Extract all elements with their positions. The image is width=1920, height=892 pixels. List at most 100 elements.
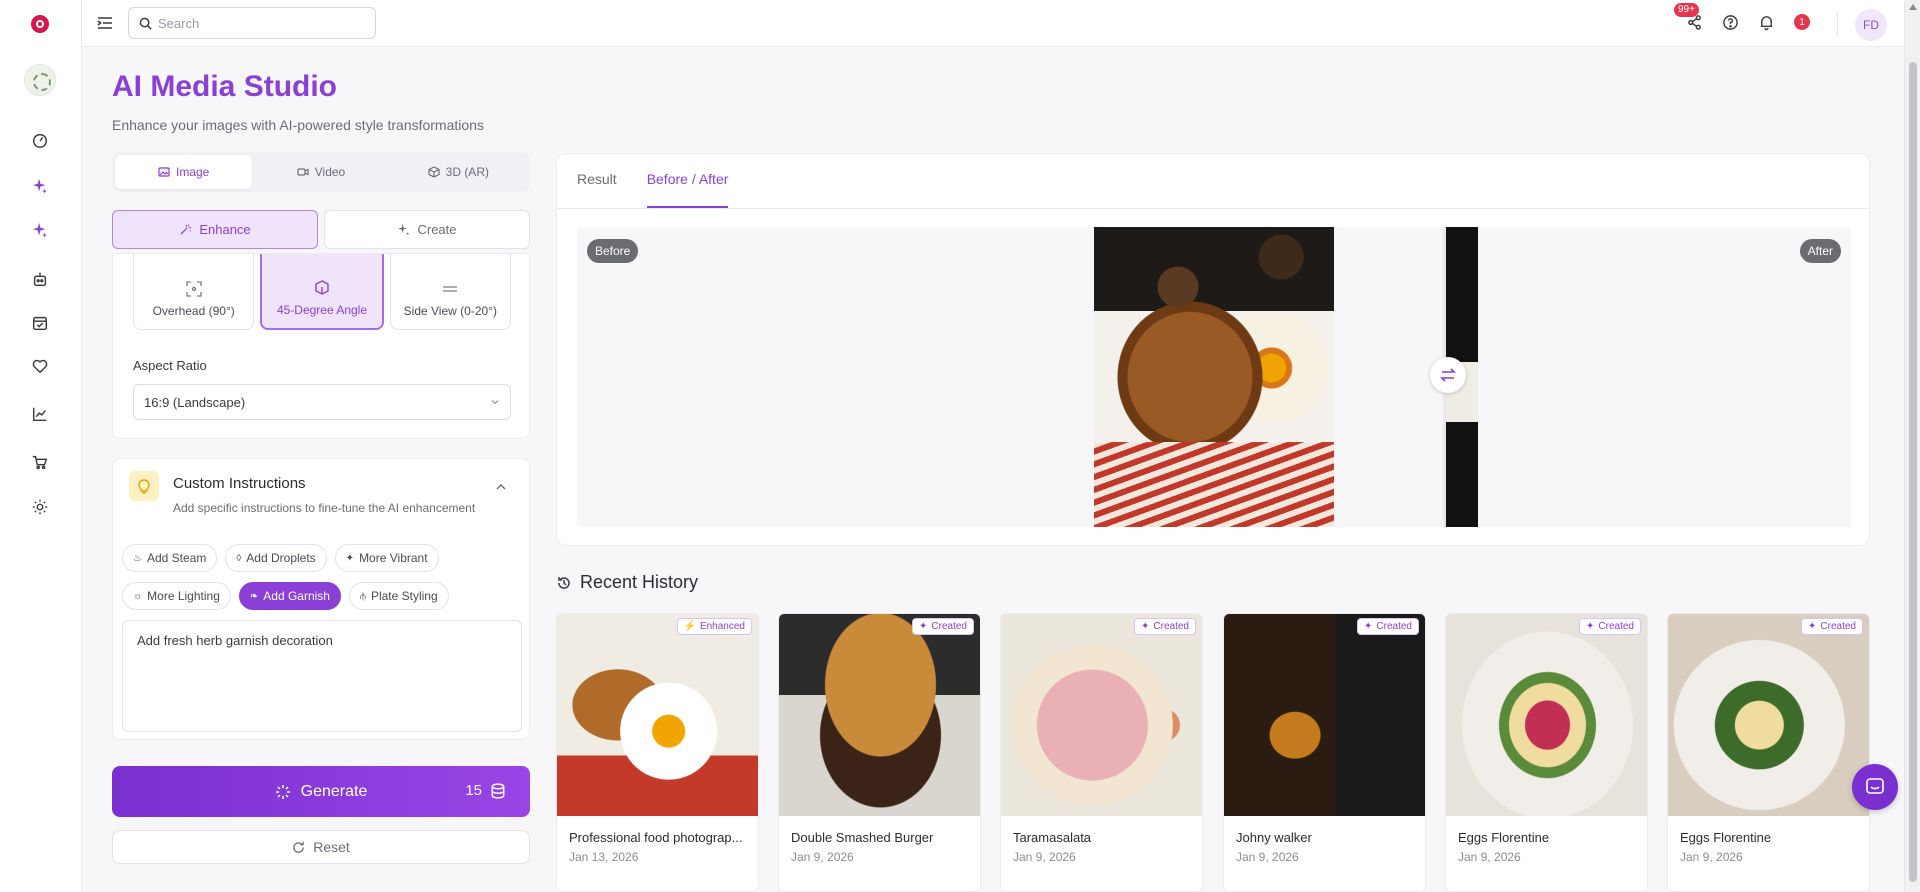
alert-icon[interactable]: 1 <box>1792 12 1812 32</box>
history-name: Johny walker <box>1236 830 1312 845</box>
history-card[interactable]: ✦ Created Johny walker Jan 9, 2026 <box>1223 613 1426 892</box>
dashboard-icon[interactable] <box>29 129 51 151</box>
bell-icon[interactable] <box>1756 12 1776 32</box>
history-name: Double Smashed Burger <box>791 830 934 845</box>
reset-button[interactable]: Reset <box>112 830 530 864</box>
history-name: Taramasalata <box>1013 830 1092 845</box>
tab-enhance[interactable]: Enhance <box>112 210 318 249</box>
chip-label: Add Droplets <box>246 551 316 565</box>
chip-label: Plate Styling <box>370 589 438 603</box>
focus-frame-icon <box>186 281 202 297</box>
chevron-up-icon[interactable] <box>495 481 507 493</box>
credit-cost: 15 <box>465 782 482 799</box>
magic-sparkle-icon <box>275 784 290 799</box>
recent-history-title: Recent History <box>580 572 699 592</box>
page-subtitle: Enhance your images with AI-powered styl… <box>112 117 484 133</box>
angle-overhead[interactable]: Overhead (90°) <box>133 254 255 330</box>
angle-side-view[interactable]: Side View (0-20°) <box>389 254 511 330</box>
menu-collapse-icon[interactable] <box>96 14 114 32</box>
sparkle-badge-icon: ✦ <box>1364 621 1373 632</box>
help-icon[interactable] <box>1720 12 1740 32</box>
chip-plate-styling[interactable]: ⫛ Plate Styling <box>348 582 449 610</box>
tab-image-label: Image <box>175 165 210 179</box>
chat-icon <box>1866 778 1884 794</box>
instruction-chips: ♨ Add Steam ◊ Add Droplets ✦ More Vibrant ☼… <box>122 544 522 620</box>
user-avatar[interactable]: FD <box>1855 9 1887 41</box>
utensils-icon: ⫛ <box>359 590 366 602</box>
angle-45-label: 45-Degree Angle <box>276 303 368 317</box>
history-card[interactable]: ✦ Created Double Smashed Burger Jan 9, 20… <box>778 613 981 892</box>
status-badge: ✦ Created <box>1134 618 1196 635</box>
top-bar <box>82 0 1904 47</box>
instructions-textarea[interactable]: Add fresh herb garnish decoration <box>122 620 522 732</box>
history-card[interactable]: ⚡ Enhanced Professional food photograp...… <box>556 613 759 892</box>
gear-icon[interactable] <box>29 496 51 518</box>
tab-result[interactable]: Result <box>577 154 617 208</box>
calendar-check-icon[interactable] <box>29 312 51 334</box>
tab-video[interactable]: Video <box>252 155 389 189</box>
tab-before-after[interactable]: Before / After <box>646 154 729 208</box>
lightbulb-icon <box>129 471 159 501</box>
page-title: AI Media Studio <box>112 70 337 103</box>
chat-support-button[interactable] <box>1852 764 1898 810</box>
media-type-tabs: Image Video 3D (AR) <box>112 152 530 192</box>
app-root: 99+ 1 FD AI Media Studio Enhance your im… <box>0 0 1920 892</box>
cube-angle-icon <box>315 280 329 295</box>
history-thumbnail <box>1224 614 1425 816</box>
coins-stack-icon <box>491 782 505 799</box>
cube-icon <box>428 166 440 178</box>
history-card[interactable]: ✦ Created Eggs Florentine Jan 9, 2026 <box>1667 613 1870 892</box>
logo-icon[interactable] <box>31 15 49 33</box>
chip-add-garnish[interactable]: ❧ Add Garnish <box>238 582 341 610</box>
horizon-lines-icon <box>443 286 458 292</box>
image-icon <box>158 167 170 177</box>
scroll-up-arrow[interactable] <box>1909 4 1917 10</box>
chip-more-vibrant[interactable]: ✦ More Vibrant <box>334 544 439 572</box>
chip-add-steam[interactable]: ♨ Add Steam <box>122 544 218 572</box>
history-card[interactable]: ✦ Created Taramasalata Jan 9, 2026 <box>1000 613 1203 892</box>
brand-avatar[interactable] <box>24 64 56 96</box>
history-date: Jan 9, 2026 <box>1013 850 1076 864</box>
chip-add-droplets[interactable]: ◊ Add Droplets <box>225 544 327 572</box>
search-box[interactable] <box>128 7 376 39</box>
history-date: Jan 9, 2026 <box>1458 850 1521 864</box>
tab-image[interactable]: Image <box>115 155 253 189</box>
chart-line-icon[interactable] <box>29 403 51 425</box>
compare-slider-handle[interactable] <box>1430 357 1466 393</box>
history-name: Professional food photograp... <box>569 830 743 845</box>
chip-label: More Lighting <box>147 589 220 603</box>
custom-instructions-card: Custom Instructions Add specific instruc… <box>112 458 530 740</box>
scrollbar-thumb[interactable] <box>1909 62 1917 882</box>
chip-more-lighting[interactable]: ☼ More Lighting <box>122 582 231 610</box>
recent-history-grid: ⚡ Enhanced Professional food photograp...… <box>556 613 1870 892</box>
tab-3d[interactable]: 3D (AR) <box>390 155 527 189</box>
chip-label: Add Steam <box>146 551 207 565</box>
cart-icon[interactable] <box>29 451 51 473</box>
before-label: Before <box>587 239 639 263</box>
tab-create-label: Create <box>417 222 457 237</box>
search-icon <box>139 17 152 30</box>
history-card[interactable]: ✦ Created Eggs Florentine Jan 9, 2026 <box>1445 613 1648 892</box>
status-badge: ✦ Created <box>1801 618 1863 635</box>
heart-icon[interactable] <box>29 355 51 377</box>
robot-icon[interactable] <box>29 268 51 290</box>
sparkle-badge-icon: ✦ <box>1808 621 1817 632</box>
refresh-icon <box>293 841 304 853</box>
generate-button[interactable]: Generate 15 <box>112 766 530 817</box>
angle-side-label: Side View (0-20°) <box>403 304 497 318</box>
before-after-compare[interactable]: Before After <box>577 227 1851 527</box>
aspect-ratio-value: 16:9 (Landscape) <box>144 394 246 410</box>
generate-label: Generate <box>300 782 368 800</box>
aspect-ratio-select[interactable]: 16:9 (Landscape) <box>133 384 511 420</box>
status-badge: ✦ Created <box>1357 618 1419 635</box>
tab-create[interactable]: Create <box>324 210 530 249</box>
search-input[interactable] <box>158 15 358 31</box>
angle-45-degree[interactable]: 45-Degree Angle <box>260 254 384 330</box>
status-badge-label: Created <box>1598 621 1634 632</box>
sparkle-alt-icon[interactable] <box>29 219 51 241</box>
wand-icon: ⚡ <box>683 621 696 632</box>
status-badge-label: Created <box>1376 621 1412 632</box>
video-icon <box>297 168 309 176</box>
sparkle-icon[interactable] <box>29 175 51 197</box>
page-scrollbar[interactable] <box>1904 0 1920 892</box>
